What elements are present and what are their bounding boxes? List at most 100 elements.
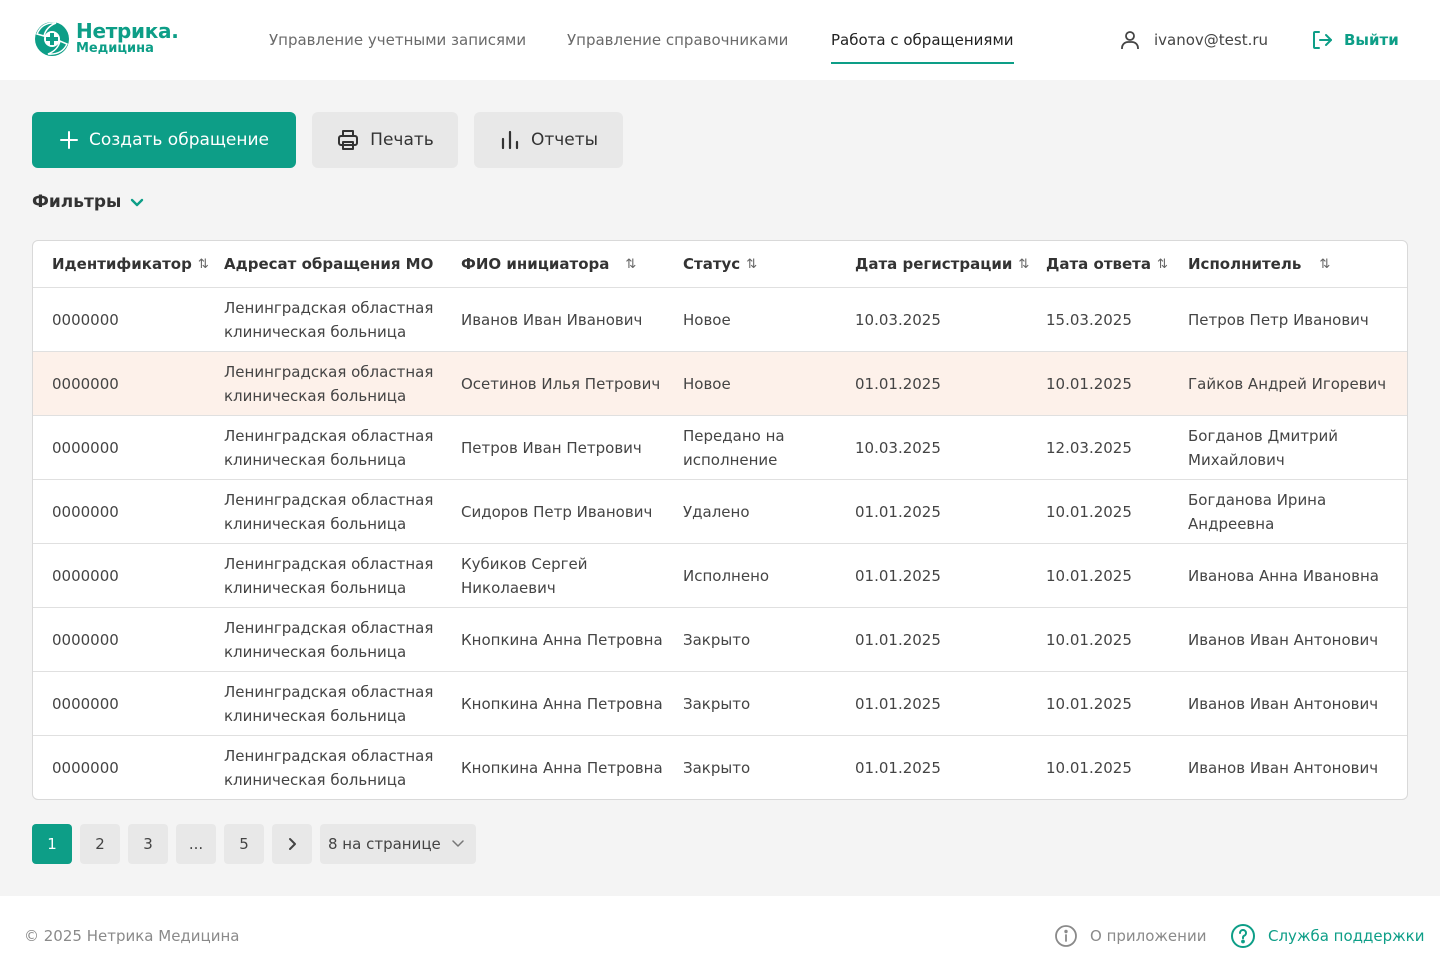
about-label: О приложении bbox=[1090, 927, 1207, 945]
cell-id: 0000000 bbox=[52, 566, 119, 585]
column-header-label: Статус bbox=[683, 255, 741, 273]
cell-initiator: Кнопкина Анна Петровна bbox=[461, 758, 663, 777]
brand-logo[interactable]: Нетрика. Медицина bbox=[32, 18, 179, 58]
cell-status: Удалено bbox=[683, 502, 750, 521]
table-header: Идентификатор ⇅ Адресат обращения МО ФИО ин… bbox=[33, 241, 1407, 288]
nav-accounts[interactable]: Управление учетными записями bbox=[269, 0, 526, 80]
cell-answer-date: 12.03.2025 bbox=[1046, 438, 1132, 457]
cell-executor: Гайков Андрей Игоревич bbox=[1188, 374, 1387, 393]
page-1-button[interactable]: 1 bbox=[32, 824, 72, 864]
column-header-reg-date[interactable]: Дата регистрации ⇅ bbox=[855, 241, 1029, 288]
cell-id: 0000000 bbox=[52, 694, 119, 713]
cell-recipient: Ленинградская областная клиническая боль… bbox=[224, 618, 434, 661]
cell-reg-date: 01.01.2025 bbox=[855, 502, 941, 521]
table-row[interactable]: 0000000 Ленинградская областная клиническ… bbox=[33, 416, 1407, 480]
sort-icon[interactable]: ⇅ bbox=[1157, 241, 1168, 288]
column-header-answer-date[interactable]: Дата ответа ⇅ bbox=[1046, 241, 1168, 288]
cell-answer-date: 10.01.2025 bbox=[1046, 630, 1132, 649]
cell-executor: Иванов Иван Антонович bbox=[1188, 630, 1379, 649]
cell-id: 0000000 bbox=[52, 438, 119, 457]
print-button[interactable]: Печать bbox=[312, 112, 458, 168]
sort-icon[interactable]: ⇅ bbox=[1319, 241, 1330, 288]
support-label: Служба поддержки bbox=[1268, 927, 1425, 945]
column-header-executor[interactable]: Исполнитель ⇅ bbox=[1188, 241, 1330, 288]
cell-executor: Богданов Дмитрий Михайлович bbox=[1188, 426, 1339, 469]
cell-executor: Иванов Иван Антонович bbox=[1188, 694, 1379, 713]
cell-initiator: Петров Иван Петрович bbox=[461, 438, 642, 457]
cell-reg-date: 01.01.2025 bbox=[855, 374, 941, 393]
cell-executor: Иванов Иван Антонович bbox=[1188, 758, 1379, 777]
cell-id: 0000000 bbox=[52, 502, 119, 521]
cell-initiator: Осетинов Илья Петрович bbox=[461, 374, 661, 393]
sort-icon[interactable]: ⇅ bbox=[746, 241, 757, 288]
cell-initiator: Иванов Иван Иванович bbox=[461, 310, 643, 329]
sort-icon[interactable]: ⇅ bbox=[198, 241, 209, 288]
cell-initiator: Кубиков Сергей Николаевич bbox=[461, 554, 588, 597]
table-row[interactable]: 0000000 Ленинградская областная клиническ… bbox=[33, 352, 1407, 416]
page-3-button[interactable]: 3 bbox=[128, 824, 168, 864]
cell-recipient: Ленинградская областная клиническая боль… bbox=[224, 426, 434, 469]
next-page-button[interactable] bbox=[272, 824, 312, 864]
app-footer: © 2025 Нетрика Медицина О приложении Слу… bbox=[0, 896, 1440, 976]
chevron-down-icon bbox=[131, 198, 144, 207]
column-header-label: Идентификатор bbox=[52, 255, 192, 273]
column-header-label: Исполнитель bbox=[1188, 255, 1302, 273]
cell-status: Закрыто bbox=[683, 694, 751, 713]
table-row[interactable]: 0000000 Ленинградская областная клиническ… bbox=[33, 544, 1407, 608]
cell-initiator: Кнопкина Анна Петровна bbox=[461, 630, 663, 649]
column-header-label: Адресат обращения МО bbox=[224, 255, 434, 273]
cell-executor: Богданова Ирина Андреевна bbox=[1188, 490, 1327, 533]
column-header-recipient: Адресат обращения МО bbox=[224, 241, 433, 288]
table-row[interactable]: 0000000 Ленинградская областная клиническ… bbox=[33, 480, 1407, 544]
cell-answer-date: 10.01.2025 bbox=[1046, 374, 1132, 393]
create-request-button[interactable]: Создать обращение bbox=[32, 112, 296, 168]
cell-status: Новое bbox=[683, 374, 731, 393]
cell-executor: Петров Петр Иванович bbox=[1188, 310, 1369, 329]
column-header-status[interactable]: Статус ⇅ bbox=[683, 241, 757, 288]
nav-directories[interactable]: Управление справочниками bbox=[567, 0, 788, 80]
logo-icon bbox=[35, 22, 69, 56]
sort-icon[interactable]: ⇅ bbox=[625, 241, 636, 288]
chevron-right-icon bbox=[289, 838, 296, 850]
sort-icon[interactable]: ⇅ bbox=[1018, 241, 1029, 288]
filters-label: Фильтры bbox=[32, 192, 122, 212]
page-ellipsis-button[interactable]: ... bbox=[176, 824, 216, 864]
user-icon bbox=[1121, 31, 1139, 49]
logout-button[interactable]: Выйти bbox=[1310, 0, 1399, 80]
cell-status: Закрыто bbox=[683, 758, 751, 777]
cell-status: Закрыто bbox=[683, 630, 751, 649]
cell-reg-date: 01.01.2025 bbox=[855, 694, 941, 713]
about-link[interactable]: О приложении bbox=[1054, 896, 1206, 976]
filters-toggle[interactable]: Фильтры bbox=[32, 192, 145, 212]
plus-icon bbox=[60, 131, 78, 149]
column-header-id[interactable]: Идентификатор ⇅ bbox=[52, 241, 209, 288]
page-2-button[interactable]: 2 bbox=[80, 824, 120, 864]
cell-answer-date: 10.01.2025 bbox=[1046, 502, 1132, 521]
cell-id: 0000000 bbox=[52, 758, 119, 777]
column-header-label: Дата регистрации bbox=[855, 255, 1013, 273]
support-link[interactable]: Служба поддержки bbox=[1230, 896, 1424, 976]
user-menu[interactable]: ivanov@test.ru bbox=[1118, 0, 1268, 80]
page-5-button[interactable]: 5 bbox=[224, 824, 264, 864]
help-icon bbox=[1231, 924, 1255, 948]
cell-recipient: Ленинградская областная клиническая боль… bbox=[224, 746, 434, 789]
cell-answer-date: 10.01.2025 bbox=[1046, 566, 1132, 585]
table-row[interactable]: 0000000 Ленинградская областная клиническ… bbox=[33, 288, 1407, 352]
nav-requests[interactable]: Работа с обращениями bbox=[831, 0, 1014, 80]
table-row[interactable]: 0000000 Ленинградская областная клиническ… bbox=[33, 736, 1407, 799]
table-row[interactable]: 0000000 Ленинградская областная клиническ… bbox=[33, 608, 1407, 672]
cell-id: 0000000 bbox=[52, 310, 119, 329]
brand-subtitle: Медицина bbox=[76, 41, 154, 56]
cell-reg-date: 01.01.2025 bbox=[855, 758, 941, 777]
printer-icon bbox=[338, 130, 359, 150]
per-page-select[interactable]: 8 на странице bbox=[320, 824, 476, 864]
cell-status: Новое bbox=[683, 310, 731, 329]
table-row[interactable]: 0000000 Ленинградская областная клиническ… bbox=[33, 672, 1407, 736]
reports-label: Отчеты bbox=[530, 130, 599, 150]
reports-button[interactable]: Отчеты bbox=[474, 112, 623, 168]
logout-icon bbox=[1313, 31, 1332, 49]
copyright-text: © 2025 Нетрика Медицина bbox=[24, 927, 240, 945]
cell-recipient: Ленинградская областная клиническая боль… bbox=[224, 298, 434, 341]
column-header-initiator[interactable]: ФИО инициатора ⇅ bbox=[461, 241, 636, 288]
cell-answer-date: 10.01.2025 bbox=[1046, 758, 1132, 777]
